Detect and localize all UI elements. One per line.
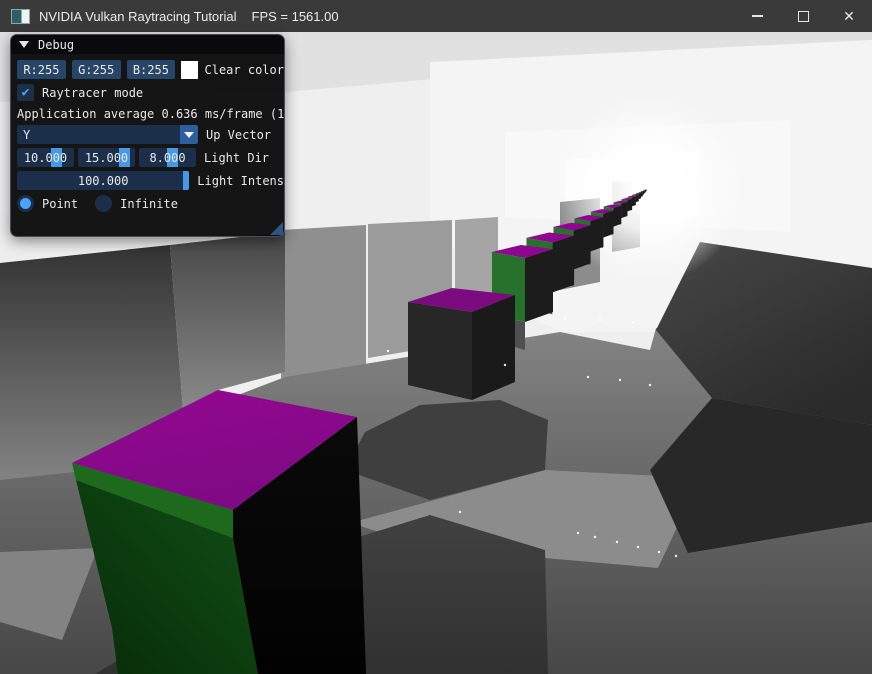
- middle-cube: [408, 288, 515, 400]
- app-icon: [11, 9, 30, 24]
- maximize-button[interactable]: [780, 0, 826, 32]
- panel-title: Debug: [38, 38, 74, 52]
- green-button[interactable]: G:255: [72, 60, 121, 79]
- point-light-label: Point: [42, 197, 78, 211]
- fps-counter: FPS = 1561.00: [252, 9, 339, 24]
- light-dir-z-field[interactable]: 8.000: [139, 148, 196, 167]
- raytracer-checkbox[interactable]: ✔: [17, 84, 34, 101]
- infinite-light-radio[interactable]: [95, 195, 112, 212]
- light-intensity-slider[interactable]: 100.000: [17, 171, 189, 190]
- window-titlebar: NVIDIA Vulkan Raytracing Tutorial FPS = …: [0, 0, 872, 32]
- slider-grab[interactable]: [183, 171, 189, 190]
- frame-stats-text: Application average 0.636 ms/frame (15: [17, 107, 285, 121]
- blue-button-label: B:255: [133, 63, 169, 77]
- clear-color-swatch[interactable]: [181, 61, 197, 79]
- up-vector-combo[interactable]: Y: [17, 125, 198, 144]
- light-dir-x-value: 10.000: [24, 151, 67, 165]
- infinite-light-label: Infinite: [120, 197, 178, 211]
- light-dir-x-field[interactable]: 10.000: [17, 148, 74, 167]
- light-dir-y-value: 15.000: [85, 151, 128, 165]
- red-button[interactable]: R:255: [17, 60, 66, 79]
- up-vector-value: Y: [23, 128, 30, 142]
- light-dir-y-field[interactable]: 15.000: [78, 148, 135, 167]
- point-light-radio[interactable]: [17, 195, 34, 212]
- close-icon: ✕: [843, 9, 855, 23]
- light-dir-z-value: 8.000: [149, 151, 185, 165]
- raytracer-label: Raytracer mode: [42, 86, 143, 100]
- window-controls: ✕: [734, 0, 872, 32]
- light-dir-label: Light Dir: [204, 151, 269, 165]
- clear-color-label: Clear color: [205, 63, 284, 77]
- chevron-down-icon: [184, 132, 194, 138]
- combo-arrow-button[interactable]: [180, 125, 198, 144]
- red-button-label: R:255: [23, 63, 59, 77]
- blue-button[interactable]: B:255: [127, 60, 176, 79]
- minimize-button[interactable]: [734, 0, 780, 32]
- minimize-icon: [752, 15, 763, 17]
- window-title: NVIDIA Vulkan Raytracing Tutorial: [39, 9, 237, 24]
- debug-panel-header[interactable]: Debug: [11, 35, 284, 54]
- debug-panel: Debug R:255 G:255 B:255 Clear color ✔ Ra…: [10, 34, 285, 237]
- up-vector-label: Up Vector: [206, 128, 271, 142]
- close-button[interactable]: ✕: [826, 0, 872, 32]
- light-intensity-label: Light Intens: [197, 174, 284, 188]
- collapse-icon: [19, 41, 29, 48]
- light-intensity-value: 100.000: [78, 174, 129, 188]
- panel-resize-grip[interactable]: [270, 222, 283, 235]
- green-button-label: G:255: [78, 63, 114, 77]
- maximize-icon: [798, 11, 809, 22]
